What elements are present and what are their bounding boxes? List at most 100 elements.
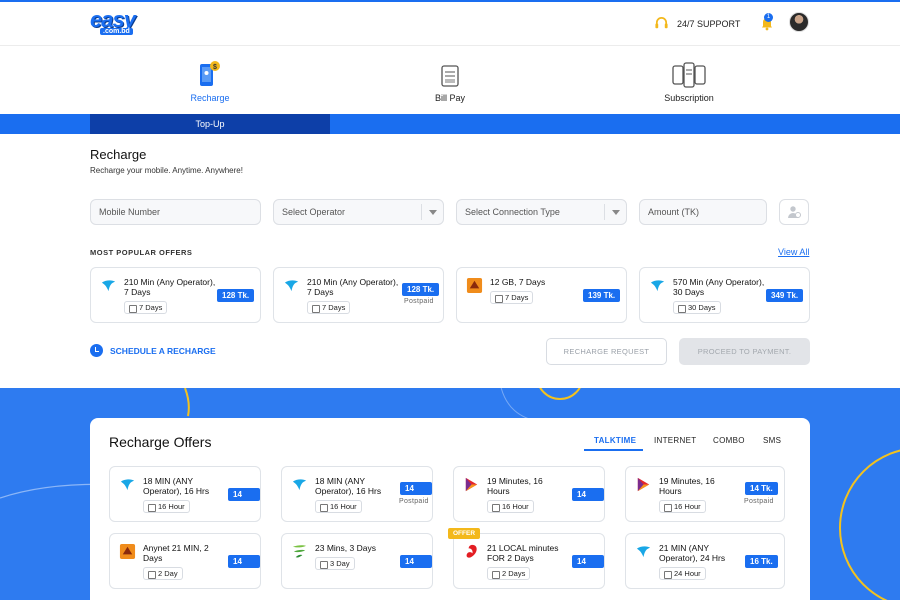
offer-price: 14 Tk. [572, 488, 604, 512]
nav-recharge[interactable]: $ Recharge [155, 60, 265, 103]
grameenphone-icon [284, 280, 299, 292]
offer-price: 14 Tk. [745, 482, 778, 495]
grameenphone-icon [101, 280, 116, 292]
nav-recharge-label: Recharge [190, 93, 230, 103]
popular-offer-card[interactable]: 210 Min (Any Operator), 7 Days 128 Tk. 7… [90, 267, 261, 323]
banglalink-icon [119, 543, 136, 560]
offer-card[interactable]: Anynet 21 MIN, 2 Days 14 Tk. 2 Day [109, 533, 261, 589]
offer-validity: 7 Days [307, 301, 351, 314]
offer-name: 12 GB, 7 Days [490, 277, 546, 287]
offer-badge: OFFER [448, 528, 481, 539]
grameenphone-icon [636, 546, 651, 558]
operator-select-placeholder: Select Operator [282, 207, 346, 217]
offer-price: 128 Tk. [217, 289, 255, 302]
connection-type-placeholder: Select Connection Type [465, 207, 560, 217]
user-avatar[interactable] [789, 12, 809, 32]
banglalink-icon [466, 277, 483, 294]
offer-name: 570 Min (Any Operator), 30 Days [673, 277, 765, 297]
postpaid-tag: Postpaid [399, 498, 429, 505]
logo-domain: .com.bd [100, 28, 133, 35]
offer-price: 349 Tk. [766, 289, 804, 302]
offer-validity: 16 Hour [315, 500, 362, 513]
notification-button[interactable]: 1 [759, 13, 775, 31]
contact-picker-button[interactable] [779, 199, 809, 225]
offer-card[interactable]: OFFER 21 LOCAL minutes FOR 2 Days 14 Tk.… [448, 528, 605, 589]
popular-offer-card[interactable]: 570 Min (Any Operator), 30 Days 349 Tk. … [639, 267, 810, 323]
recharge-offers-panel: Recharge Offers TALKTIME INTERNET COMBO … [90, 418, 810, 608]
connection-type-select[interactable]: Select Connection Type [456, 199, 627, 225]
notification-badge: 1 [764, 13, 773, 22]
offer-name: 19 Minutes, 16 Hours [487, 476, 543, 496]
grameenphone-icon [650, 280, 665, 292]
offer-card[interactable]: 19 Minutes, 16 Hours 14 Tk. 16 Hour [453, 466, 605, 522]
offer-validity: 24 Hour [659, 567, 706, 580]
offer-validity: 7 Days [490, 291, 534, 304]
offer-card[interactable]: 23 Mins, 3 Days 14 Tk. 3 Day [281, 533, 433, 589]
bill-icon [441, 65, 459, 87]
postpaid-tag: Postpaid [404, 298, 434, 305]
offer-card[interactable]: 18 MIN (ANY Operator), 16 Hrs 14 Tk. 16 … [109, 466, 261, 522]
nav-subscription-label: Subscription [664, 93, 714, 103]
tab-combo[interactable]: COMBO [713, 436, 745, 445]
tab-top-up[interactable]: Top-Up [90, 114, 330, 134]
subscription-icon [672, 62, 706, 88]
grameenphone-icon [292, 479, 307, 491]
teletalk-icon [292, 545, 307, 558]
offer-card[interactable]: 19 Minutes, 16 Hours 14 Tk. Postpaid 16 … [625, 466, 785, 522]
view-all-link[interactable]: View All [778, 247, 809, 257]
offer-price: 139 Tk. [583, 289, 621, 302]
grameenphone-icon [120, 479, 135, 491]
nav-subscription[interactable]: Subscription [634, 60, 744, 103]
sub-nav-bar: Top-Up [0, 114, 900, 134]
recharge-request-button[interactable]: RECHARGE REQUEST [546, 338, 667, 365]
recharge-subtitle: Recharge your mobile. Anytime. Anywhere! [90, 166, 243, 175]
offer-name: 210 Min (Any Operator), 7 Days [307, 277, 399, 297]
proceed-to-payment-button[interactable]: PROCEED TO PAYMENT. [679, 338, 810, 365]
offer-price: 16 Tk. [745, 555, 778, 568]
add-contact-icon [788, 206, 801, 218]
service-nav: $ Recharge Bill Pay Subscription [0, 46, 900, 114]
popular-offers-label: MOST POPULAR OFFERS [90, 248, 193, 257]
easy-logo[interactable]: easy .com.bd [90, 9, 140, 37]
offer-name: 18 MIN (ANY Operator), 16 Hrs [143, 476, 210, 496]
offer-validity: 2 Day [143, 567, 183, 580]
offer-name: 21 LOCAL minutes FOR 2 Days [487, 543, 559, 563]
schedule-recharge-link[interactable]: SCHEDULE A RECHARGE [90, 344, 216, 357]
svg-text:$: $ [213, 64, 217, 71]
popular-offer-card[interactable]: 210 Min (Any Operator), 7 Days 128 Tk. P… [273, 267, 444, 323]
nav-bill-pay[interactable]: Bill Pay [395, 60, 505, 103]
offer-validity: 7 Days [124, 301, 168, 314]
nav-bill-pay-label: Bill Pay [434, 93, 465, 103]
offer-name: 19 Minutes, 16 Hours [659, 476, 715, 496]
offer-name: 21 MIN (ANY Operator), 24 Hrs [659, 543, 726, 563]
offer-name: Anynet 21 MIN, 2 Days [143, 543, 209, 563]
tab-talktime[interactable]: TALKTIME [594, 436, 636, 445]
support-link[interactable]: 24/7 SUPPORT [654, 16, 740, 31]
offer-name: 210 Min (Any Operator), 7 Days [124, 277, 216, 297]
offer-price: 14 Tk. [400, 482, 432, 506]
mobile-number-placeholder: Mobile Number [99, 207, 161, 217]
postpaid-tag: Postpaid [744, 498, 774, 505]
tab-internet[interactable]: INTERNET [654, 436, 696, 445]
popular-offer-card[interactable]: 12 GB, 7 Days 139 Tk. 7 Days [456, 267, 627, 323]
amount-input[interactable]: Amount (TK) [639, 199, 767, 225]
offer-name: 18 MIN (ANY Operator), 16 Hrs [315, 476, 382, 496]
offer-price: 14 Tk. [228, 488, 260, 512]
support-label: 24/7 SUPPORT [677, 18, 741, 29]
tab-sms[interactable]: SMS [763, 436, 781, 445]
offer-card[interactable]: 18 MIN (ANY Operator), 16 Hrs 14 Tk. Pos… [281, 466, 433, 522]
mobile-recharge-icon: $ [200, 61, 220, 86]
offer-validity: 2 Days [487, 567, 531, 580]
offer-validity: 16 Hour [143, 500, 190, 513]
offer-price: 128 Tk. [402, 283, 440, 296]
offer-validity: 3 Day [315, 557, 355, 570]
active-tab-indicator [584, 449, 643, 451]
headset-icon [655, 17, 668, 29]
amount-placeholder: Amount (TK) [648, 207, 700, 217]
schedule-recharge-label: SCHEDULE A RECHARGE [110, 345, 216, 356]
operator-select[interactable]: Select Operator [273, 199, 444, 225]
airtel-icon [466, 544, 477, 558]
chevron-down-icon [604, 204, 626, 220]
offer-card[interactable]: 21 MIN (ANY Operator), 24 Hrs 16 Tk. 24 … [625, 533, 785, 589]
mobile-number-input[interactable]: Mobile Number [90, 199, 261, 225]
